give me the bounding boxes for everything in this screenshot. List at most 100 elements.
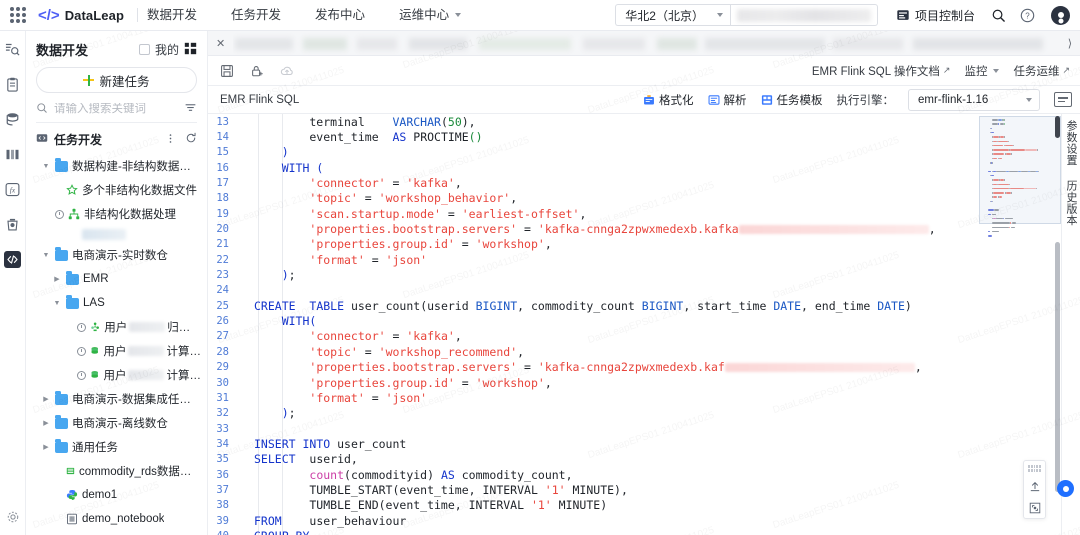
chevron-down-icon[interactable]: ▼	[52, 300, 62, 307]
save-icon[interactable]	[220, 64, 234, 78]
list-view-icon[interactable]	[1054, 92, 1072, 107]
tree-item[interactable]: ▼ LAS	[26, 291, 207, 315]
brand[interactable]: </> DataLeap	[38, 8, 124, 23]
mine-checkbox[interactable]	[138, 44, 150, 55]
editor-scrollbar[interactable]	[1054, 114, 1061, 535]
code-line[interactable]: 30 'properties.group.id' = 'workshop',	[208, 375, 979, 390]
tree-item[interactable]: ▼ 数据构建-非结构数据加工	[26, 154, 207, 178]
clipboard-icon[interactable]	[4, 76, 21, 93]
code-line[interactable]: 19 'scan.startup.mode' = 'earliest-offse…	[208, 206, 979, 221]
tree-item[interactable]: ▶ 通用任务	[26, 435, 207, 459]
code-line[interactable]: 20 'properties.bootstrap.servers' = 'kaf…	[208, 221, 979, 236]
lock-add-icon[interactable]	[250, 64, 264, 78]
engine-select[interactable]: emr-flink-1.16	[908, 88, 1040, 111]
code-line[interactable]: 14 event_time AS PROCTIME()	[208, 129, 979, 144]
task-template-button[interactable]: 任务模板	[761, 92, 823, 108]
editor-minimap[interactable]	[979, 114, 1061, 535]
nav-module-label[interactable]: 数据开发	[147, 0, 214, 31]
more-options-icon[interactable]	[165, 133, 176, 147]
tree-item[interactable]	[26, 229, 207, 240]
parse-button[interactable]: 解析	[708, 92, 747, 108]
emr-flink-doc-link[interactable]: EMR Flink SQL 操作文档 ↗	[812, 63, 951, 79]
code-line[interactable]: 37 TUMBLE_START(event_time, INTERVAL '1'…	[208, 482, 979, 497]
tree-item[interactable]: 用户计算-flink-...	[26, 339, 207, 363]
drag-handle-icon[interactable]	[1028, 465, 1041, 472]
tree-item[interactable]: demo_notebook	[26, 507, 207, 531]
assistant-icon[interactable]	[1057, 480, 1074, 497]
code-line[interactable]: 16 WITH (	[208, 160, 979, 175]
code-line[interactable]: 31 'format' = 'json'	[208, 390, 979, 405]
code-editor[interactable]: 13 terminal VARCHAR(50), 14 event_time AS…	[208, 114, 979, 535]
user-avatar-icon[interactable]	[1051, 5, 1070, 25]
region-selector[interactable]: 华北2（北京）	[615, 4, 730, 26]
monitor-menu[interactable]: 监控	[964, 63, 1000, 79]
filter-icon[interactable]	[184, 101, 197, 117]
chevron-right-icon[interactable]: ▶	[52, 275, 62, 283]
chevron-down-icon[interactable]: ▼	[41, 252, 51, 259]
chevron-down-icon[interactable]: ▼	[41, 163, 51, 170]
chevron-right-icon[interactable]: ▶	[41, 395, 51, 403]
help-icon[interactable]: ?	[1020, 8, 1035, 23]
project-selector-redacted[interactable]	[729, 4, 878, 26]
code-line[interactable]: 28 'topic' = 'workshop_recommend',	[208, 344, 979, 359]
app-grid-icon[interactable]	[10, 7, 26, 23]
code-editor-icon[interactable]	[4, 251, 21, 268]
code-line[interactable]: 24	[208, 283, 979, 298]
tab-overflow-icon[interactable]: ⟩	[1068, 37, 1072, 50]
settings-gear-icon[interactable]	[6, 510, 20, 527]
tab-labels-redacted[interactable]	[233, 31, 1059, 55]
format-button[interactable]: 格式化	[643, 92, 694, 108]
code-line[interactable]: 33	[208, 421, 979, 436]
code-line[interactable]: 40 GROUP BY	[208, 528, 979, 535]
search-input[interactable]	[54, 103, 178, 115]
project-console-button[interactable]: 项目控制台	[896, 7, 975, 24]
code-line[interactable]: 23 );	[208, 267, 979, 282]
tree-item[interactable]: 非结构化数据处理	[26, 202, 207, 226]
code-line[interactable]: 25 CREATE TABLE user_count(userid BIGINT,…	[208, 298, 979, 313]
tree-item[interactable]: ▶ 电商演示-数据集成任务-ODS	[26, 387, 207, 411]
code-line[interactable]: 39 FROM user_behaviour	[208, 513, 979, 528]
tree-item[interactable]: 多个非结构化数据文件	[26, 178, 207, 202]
code-line[interactable]: 29 'properties.bootstrap.servers' = 'kaf…	[208, 360, 979, 375]
code-line[interactable]: 27 'connector' = 'kafka',	[208, 329, 979, 344]
nav-item-ops-center[interactable]: 运维中心	[382, 0, 478, 31]
upload-icon[interactable]	[1029, 481, 1041, 493]
code-line[interactable]: 38 TUMBLE_END(event_time, INTERVAL '1' M…	[208, 498, 979, 513]
tab-history-version[interactable]: 历史版本	[1063, 180, 1079, 226]
nav-item-publish-center[interactable]: 发布中心	[298, 0, 382, 31]
code-line[interactable]: 18 'topic' = 'workshop_behavior',	[208, 191, 979, 206]
tree-item[interactable]: 用户归档kafka	[26, 315, 207, 339]
code-line[interactable]: 34 INSERT INTO user_count	[208, 436, 979, 451]
code-line[interactable]: 22 'format' = 'json'	[208, 252, 979, 267]
new-task-button[interactable]: 新建任务	[36, 67, 197, 93]
layout-toggle-icon[interactable]	[184, 42, 197, 58]
tree-item[interactable]: ▶ 电商演示-离线数仓	[26, 411, 207, 435]
chevron-right-icon[interactable]: ▶	[41, 419, 51, 427]
tree-item[interactable]: demo1	[26, 483, 207, 507]
function-fx-icon[interactable]: fx	[4, 181, 21, 198]
code-line[interactable]: 13 terminal VARCHAR(50),	[208, 114, 979, 129]
code-line[interactable]: 17 'connector' = 'kafka',	[208, 175, 979, 190]
recycle-bin-icon[interactable]	[4, 216, 21, 233]
tree-item[interactable]: ▶ EMR	[26, 267, 207, 291]
data-query-icon[interactable]	[4, 41, 21, 58]
code-line[interactable]: 36 count(commodityid) AS commodity_count…	[208, 467, 979, 482]
table-columns-icon[interactable]	[4, 146, 21, 163]
code-line[interactable]: 15 )	[208, 145, 979, 160]
tab-parameter-settings[interactable]: 参数设置	[1063, 120, 1079, 166]
code-line[interactable]: 26 WITH(	[208, 313, 979, 328]
database-icon[interactable]	[4, 111, 21, 128]
tree-item[interactable]: ▼ 电商演示-实时数仓	[26, 243, 207, 267]
code-line[interactable]: 32 );	[208, 406, 979, 421]
nav-item-task-dev[interactable]: 任务开发	[214, 0, 298, 31]
tree-item[interactable]: 用户计算归档las	[26, 363, 207, 387]
task-ops-link[interactable]: 任务运维 ↗	[1013, 63, 1070, 79]
chevron-right-icon[interactable]: ▶	[41, 443, 51, 451]
tree-item[interactable]: commodity_rds数据同步到ods...	[26, 459, 207, 483]
code-line[interactable]: 21 'properties.group.id' = 'workshop',	[208, 237, 979, 252]
refresh-icon[interactable]	[185, 132, 197, 147]
code-line[interactable]: 35 SELECT userid,	[208, 452, 979, 467]
close-tab-icon[interactable]: ✕	[216, 37, 225, 50]
search-icon[interactable]	[991, 8, 1006, 23]
fullscreen-icon[interactable]	[1029, 502, 1041, 514]
